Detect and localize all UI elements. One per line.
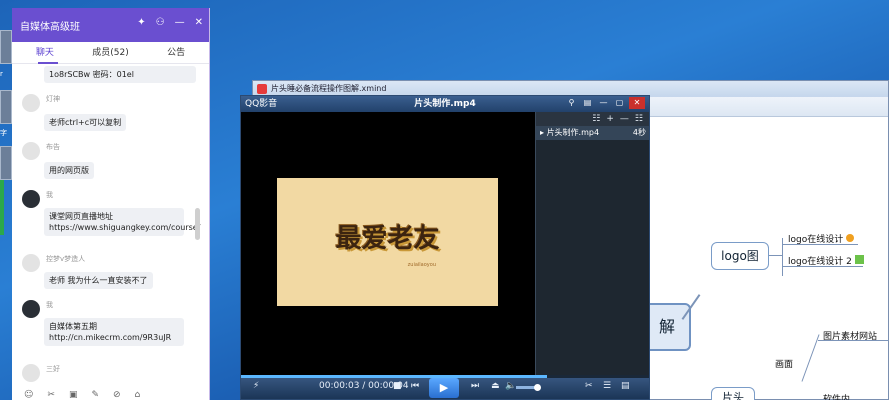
qq-player-window[interactable]: QQ影音 片头制作.mp4 ⚲ ▤ — ▢ ✕ 最爱老友 zuiailaoyou… <box>240 95 650 400</box>
previous-icon[interactable]: ⏮ <box>411 381 419 391</box>
connector-line <box>818 340 889 341</box>
video-frame: 最爱老友 zuiailaoyou <box>277 178 498 306</box>
message-bubble[interactable]: 课堂网页直播地址https://www.shiguangkey.com/cour… <box>44 208 200 236</box>
player-titlebar: QQ影音 片头制作.mp4 ⚲ ▤ — ▢ ✕ <box>241 96 649 112</box>
list-mode-icon[interactable]: ☷ <box>635 112 643 126</box>
speed-icon[interactable]: ⚡ <box>253 381 259 391</box>
tab-chat[interactable]: 聊天 <box>12 42 78 63</box>
active-indicator <box>0 180 4 235</box>
forbid-icon[interactable]: ⊘ <box>113 390 121 400</box>
play-button[interactable]: ▶ <box>429 378 459 398</box>
connector-line <box>783 266 863 267</box>
connector-line <box>783 244 858 245</box>
chat-tabs: 聊天 成员(52) 公告 <box>12 42 209 64</box>
message-nick: 三好 <box>46 365 60 373</box>
add-icon[interactable]: + <box>606 112 614 126</box>
progress-fill <box>241 375 547 378</box>
playlist-item-duration: 4秒 <box>632 128 646 137</box>
stop-icon[interactable]: ■ <box>393 381 402 391</box>
desktop-label: r <box>0 70 3 78</box>
bag-icon[interactable]: ⌂ <box>135 390 141 400</box>
avatar[interactable] <box>22 300 40 318</box>
minimize-icon[interactable]: — <box>175 17 185 28</box>
remove-icon[interactable]: — <box>620 112 629 126</box>
connector-line <box>769 255 783 256</box>
image-icon[interactable]: ▣ <box>69 390 78 400</box>
pin-icon[interactable]: ✦ <box>137 17 145 28</box>
pin-icon[interactable]: ⚲ <box>565 97 578 109</box>
video-area[interactable]: 最爱老友 zuiailaoyou <box>241 112 535 376</box>
close-button[interactable]: ✕ <box>629 97 645 109</box>
edit-icon[interactable]: ✎ <box>91 390 99 400</box>
video-logo-text: 最爱老友 <box>335 224 440 254</box>
desktop-label: 字 <box>0 129 7 137</box>
list-icon[interactable]: ☷ <box>592 112 600 126</box>
volume-slider[interactable] <box>516 384 541 391</box>
message-nick: 控梦v梦造人 <box>46 255 86 263</box>
next-icon[interactable]: ⏭ <box>471 381 479 391</box>
share-icon[interactable]: ⚇ <box>156 17 165 28</box>
link-icon <box>854 255 864 264</box>
tab-members[interactable]: 成员(52) <box>78 42 144 63</box>
tools-icon[interactable]: ✂ <box>585 381 593 391</box>
message-bubble[interactable]: 老师ctrl+c可以复制 <box>44 114 127 131</box>
maximize-button[interactable]: ▢ <box>613 97 626 109</box>
tab-announcement[interactable]: 公告 <box>143 42 209 63</box>
playlist-panel: ☷ + — ☷ ▸ 片头制作.mp4 4秒 <box>535 112 649 376</box>
chat-input-toolbar: ☺ ✂ ▣ ✎ ⊘ ⌂ <box>12 390 210 400</box>
message-bubble[interactable]: 用的网页版 <box>44 162 94 179</box>
xmind-title: 片头睡必备流程操作图解.xmind <box>271 84 387 93</box>
message-nick: 我 <box>46 301 53 309</box>
playlist-toolbar: ☷ + — ☷ <box>536 112 649 126</box>
message-nick: 我 <box>46 191 53 199</box>
volume-icon[interactable]: 🔈 <box>505 381 516 391</box>
mindmap-center-node[interactable]: 解 <box>643 303 691 351</box>
chat-title: 自媒体高级班 <box>20 22 80 33</box>
menu-icon[interactable]: ▤ <box>581 97 594 109</box>
mindmap-leaf-software[interactable]: 软件内 <box>823 392 850 400</box>
playlist-toggle-icon[interactable]: ▤ <box>621 381 630 391</box>
connector-line <box>801 334 820 382</box>
desktop-shortcut[interactable] <box>0 146 12 180</box>
avatar[interactable] <box>22 142 40 160</box>
avatar[interactable] <box>22 254 40 272</box>
play-marker-icon: ▸ <box>540 128 545 137</box>
message-bubble[interactable]: 自媒体第五期 http://cn.mikecrm.com/9R3uJR <box>44 318 184 346</box>
bubble-scrollbar[interactable] <box>195 208 200 240</box>
desktop-strip: r 字 u <box>0 0 12 400</box>
equalizer-icon[interactable]: ☰ <box>603 381 611 391</box>
desktop-shortcut[interactable] <box>0 30 12 64</box>
minimize-button[interactable]: — <box>597 97 610 109</box>
scissors-icon[interactable]: ✂ <box>47 390 55 400</box>
avatar[interactable] <box>22 94 40 112</box>
avatar[interactable] <box>22 364 40 382</box>
message-nick: 灯神 <box>46 95 60 103</box>
video-logo-subtext: zuiailaoyou <box>407 262 436 268</box>
open-icon[interactable]: ⏏ <box>491 381 500 391</box>
chat-window[interactable]: 自媒体高级班 ✦ ⚇ — ✕ 聊天 成员(52) 公告 1o8rSCBw 密码：… <box>12 8 210 400</box>
player-controls: ⚡ 00:00:03 / 00:00:04 ■ ⏮ ▶ ⏭ ⏏ 🔈 ✂ ☰ ▤ <box>241 375 649 399</box>
xmind-icon <box>257 84 267 94</box>
mindmap-node-screen[interactable]: 画面 <box>775 357 793 370</box>
chat-header: 自媒体高级班 ✦ ⚇ — ✕ <box>12 8 209 42</box>
mindmap-node-title[interactable]: 片头 <box>711 387 755 400</box>
mindmap-node-logo[interactable]: logo图 <box>711 242 769 270</box>
link-icon <box>846 234 855 242</box>
volume-knob[interactable] <box>534 384 541 391</box>
playlist-item[interactable]: ▸ 片头制作.mp4 4秒 <box>536 126 649 140</box>
playlist-item-name: 片头制作.mp4 <box>546 128 600 137</box>
message-bubble[interactable]: 1o8rSCBw 密码：01el <box>44 66 196 83</box>
avatar[interactable] <box>22 190 40 208</box>
message-nick: 布告 <box>46 143 60 151</box>
message-bubble[interactable]: 老师 我为什么一直安装不了 <box>44 272 153 289</box>
emoji-icon[interactable]: ☺ <box>24 390 33 400</box>
message-list[interactable]: 1o8rSCBw 密码：01el 灯神 老师ctrl+c可以复制 布告 用的网页… <box>12 64 210 382</box>
desktop-shortcut[interactable] <box>0 90 12 124</box>
close-icon[interactable]: ✕ <box>195 17 203 28</box>
